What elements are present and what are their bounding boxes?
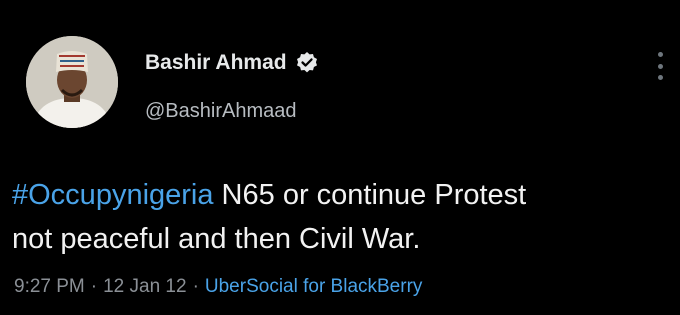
more-dot	[657, 52, 663, 57]
avatar[interactable]	[26, 36, 118, 128]
tweet-text-line-1-rest: N65 or continue Protest	[213, 179, 527, 211]
meta-separator: ·	[90, 276, 98, 297]
more-vertical-icon[interactable]	[657, 52, 663, 80]
more-dot	[657, 63, 663, 69]
tweet-text-line-1: #Occupynigeria N65 or continue Protest	[12, 173, 672, 217]
hashtag-link[interactable]: #Occupynigeria	[12, 179, 214, 211]
tweet-date[interactable]: 12 Jan 12	[103, 276, 186, 297]
more-dot	[657, 75, 663, 80]
meta-separator: ·	[192, 276, 199, 297]
tweet-text: #Occupynigeria N65 or continue Protest n…	[12, 173, 672, 261]
author-handle[interactable]: @BashirAhmaad	[145, 100, 296, 123]
tweet-meta: 9:27 PM · 12 Jan 12 · UberSocial for BlackBe…	[14, 276, 422, 298]
verified-badge-icon	[295, 51, 319, 75]
tweet-card[interactable]: Bashir Ahmad @BashirAhmaad #Occupynigeri…	[0, 0, 680, 315]
author-name-row[interactable]: Bashir Ahmad	[145, 51, 319, 75]
tweet-source-link[interactable]: UberSocial for BlackBerry	[205, 276, 423, 297]
tweet-time[interactable]: 9:27 PM	[14, 276, 85, 297]
avatar-image	[26, 36, 118, 128]
author-name[interactable]: Bashir Ahmad	[145, 51, 287, 75]
tweet-text-line-2: not peaceful and then Civil War.	[12, 223, 421, 255]
